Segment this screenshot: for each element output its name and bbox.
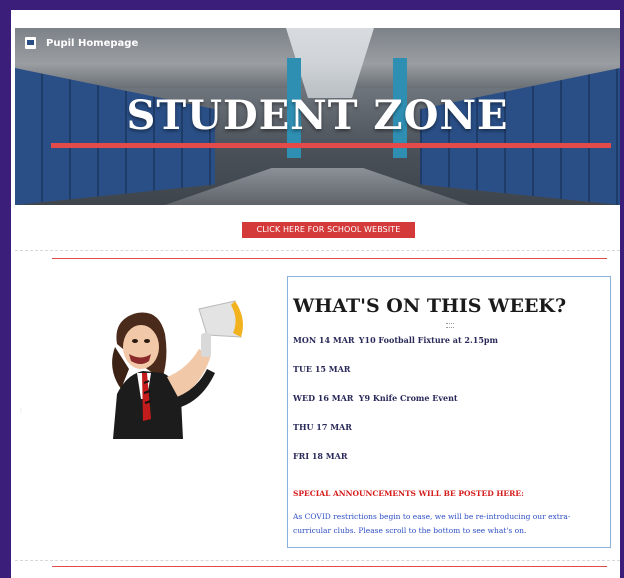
page-content: Pupil Homepage STUDENT ZONE CLICK HERE F… [11, 10, 620, 578]
hero-title: STUDENT ZONE [126, 92, 509, 139]
event-row: WED 16 MAR Y9 Knife Crome Event [293, 393, 458, 403]
school-website-button[interactable]: CLICK HERE FOR SCHOOL WEBSITE [242, 222, 415, 238]
event-title: Y9 Knife Crome Event [358, 393, 458, 403]
school-crest-icon [25, 37, 36, 49]
drag-handle-icon[interactable]: ⋮ [18, 407, 24, 414]
hero-banner: Pupil Homepage STUDENT ZONE [15, 28, 620, 205]
covid-note: As COVID restrictions begin to ease, we … [293, 512, 571, 535]
red-divider [52, 258, 607, 259]
megaphone-student-image [112, 300, 243, 439]
whats-on-panel: WHAT'S ON THIS WEEK? MON 14 MAR Y10 Foot… [287, 276, 611, 548]
event-row: FRI 18 MAR [293, 451, 356, 461]
window-frame-right [620, 0, 624, 578]
resize-handle-icon[interactable] [446, 323, 454, 328]
event-title: Y10 Football Fixture at 2.15pm [358, 335, 498, 345]
brand-link[interactable]: Pupil Homepage [25, 37, 138, 49]
brand-label: Pupil Homepage [46, 37, 139, 49]
section-divider [15, 560, 620, 561]
events-heading: WHAT'S ON THIS WEEK? [293, 295, 567, 317]
event-row: THU 17 MAR [293, 422, 356, 432]
event-day: THU 17 MAR [293, 422, 352, 432]
red-divider [52, 566, 607, 567]
hero-underline [51, 143, 611, 148]
window-frame-left [0, 0, 11, 578]
event-day: FRI 18 MAR [293, 451, 348, 461]
section-divider [15, 250, 620, 251]
special-announcement-heading: SPECIAL ANNOUNCEMENTS WILL BE POSTED HER… [293, 489, 524, 498]
window-frame-top [0, 0, 624, 10]
event-row: MON 14 MAR Y10 Football Fixture at 2.15p… [293, 335, 498, 345]
event-day: MON 14 MAR [293, 335, 355, 345]
event-row: TUE 15 MAR [293, 364, 356, 374]
event-day: TUE 15 MAR [293, 364, 351, 374]
event-day: WED 16 MAR [293, 393, 354, 403]
